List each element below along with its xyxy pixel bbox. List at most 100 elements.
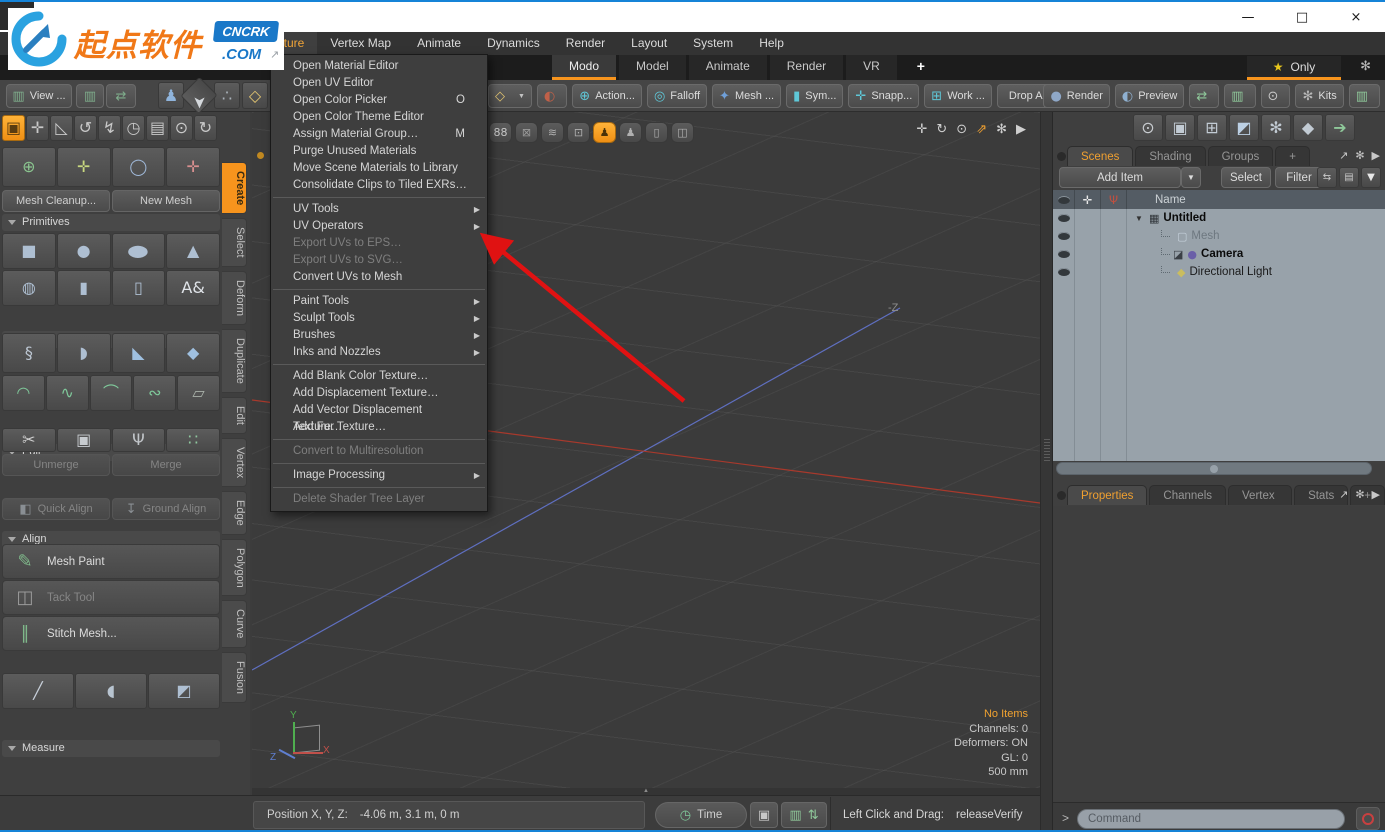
item-visibility-toggle[interactable] <box>1053 263 1075 281</box>
menu-item-open-color-picker[interactable]: Open Color Picker O <box>271 92 487 109</box>
menu-item-purge-unused-materials[interactable]: Purge Unused Materials <box>271 143 487 160</box>
item-mode-icon[interactable]: ▣ <box>2 115 25 141</box>
visibility-column-header[interactable] <box>1053 190 1075 209</box>
preview-button[interactable]: ◐Preview <box>1115 84 1184 108</box>
protractor-icon[interactable]: ◖ <box>75 673 147 709</box>
menu-item-assign-material-group[interactable]: Assign Material Group… M <box>271 126 487 143</box>
panel-gear-icon[interactable]: ✻ <box>1355 489 1364 500</box>
side-tab-edge[interactable]: Edge <box>222 491 247 535</box>
mesh-ops-button[interactable]: ✦Mesh ... <box>712 84 781 108</box>
rotate-view-icon[interactable]: ↺ <box>74 115 97 141</box>
side-tab-select[interactable]: Select <box>222 218 247 267</box>
actor-highlight-icon[interactable]: ♟ <box>593 122 616 143</box>
name-column-header[interactable]: Name <box>1127 190 1385 209</box>
expand-panel-icon[interactable]: ↗ <box>1339 150 1348 161</box>
sphere-primitive[interactable]: ● <box>57 233 111 269</box>
workplane-button[interactable]: ⊞Work ... <box>924 84 992 108</box>
tab-shading[interactable]: Shading <box>1135 146 1205 166</box>
expand-panel-icon[interactable]: ↗ <box>1339 489 1348 500</box>
menu-item-open-material-editor[interactable]: Open Material Editor <box>271 58 487 75</box>
transform-tool[interactable]: ⊕ <box>2 147 56 187</box>
menu-item-move-scene-materials[interactable]: Move Scene Materials to Library <box>271 160 487 177</box>
menu-item-delete-shader-tree-layer[interactable]: Delete Shader Tree Layer <box>271 491 487 508</box>
tabbar-gear-icon[interactable]: ✻ <box>1360 59 1371 74</box>
side-tab-deform[interactable]: Deform <box>222 271 247 325</box>
preset-browser-icon[interactable]: ⊙ <box>1133 114 1163 141</box>
arc-tool[interactable]: ◠ <box>2 375 45 411</box>
menu-vertex-map[interactable]: Vertex Map <box>317 32 404 55</box>
probe-icon[interactable]: ↯ <box>98 115 121 141</box>
time-tool-icon[interactable]: ◷ <box>122 115 145 141</box>
capsules-view-icon[interactable]: ◫ <box>671 122 694 143</box>
spikey-tool[interactable]: § <box>2 333 56 373</box>
command-input[interactable] <box>1077 809 1345 829</box>
item-mode-cube-button[interactable]: ◇ <box>488 84 532 108</box>
hierarchy-icon[interactable]: ⇆ <box>1317 167 1337 188</box>
tree-row-camera[interactable]: ◪ ● Camera <box>1053 245 1385 263</box>
render-button[interactable]: ●Render <box>1043 84 1109 108</box>
merge-button[interactable]: Merge <box>112 454 220 476</box>
view-menu-button[interactable]: ▥ View ... <box>6 84 72 108</box>
action-center-button[interactable]: ⊕Action... <box>572 84 642 108</box>
text-primitive[interactable]: A& <box>166 270 220 306</box>
tab-vertex[interactable]: Vertex ... <box>1228 485 1292 505</box>
unmerge-button[interactable]: Unmerge <box>2 454 110 476</box>
ground-align-button[interactable]: ↧Ground Align <box>112 498 220 520</box>
overlay-icon[interactable]: ⊡ <box>567 122 590 143</box>
lasso-select-icon[interactable]: ◺ <box>50 115 73 141</box>
frames-button[interactable]: ▣ <box>750 802 778 828</box>
select-cursor-icon[interactable]: ➤ <box>180 77 217 114</box>
patch-tool[interactable]: ◗ <box>57 333 111 373</box>
expand-twirl-icon[interactable]: ▼ <box>1135 214 1145 223</box>
capsule-view-icon[interactable]: ▯ <box>645 122 668 143</box>
ellipsoid-primitive[interactable]: ● <box>112 233 166 269</box>
panel-more-icon[interactable]: ▶ <box>1372 489 1380 500</box>
dimension-icon[interactable]: ◩ <box>148 673 220 709</box>
select-button[interactable]: Select <box>1221 167 1271 188</box>
item-visibility-toggle[interactable] <box>1053 245 1075 263</box>
torus-primitive[interactable]: ◍ <box>2 270 56 306</box>
swap-panes-button[interactable]: ⇄ <box>106 84 136 108</box>
only-filter-button[interactable]: ★ Only <box>1247 56 1341 80</box>
mesh-cleanup-button[interactable]: Mesh Cleanup... <box>2 190 110 212</box>
pen-tool[interactable]: ◣ <box>112 333 166 373</box>
flatten-icon[interactable]: ◆ <box>1293 114 1323 141</box>
orbit-icon[interactable]: ↻ <box>936 120 947 138</box>
viewport-more-icon[interactable]: ▶ <box>1016 120 1026 138</box>
refresh-icon[interactable]: ↻ <box>194 115 217 141</box>
quad-view-icon[interactable]: 88 <box>489 122 512 143</box>
minimize-button[interactable]: — <box>1233 9 1263 25</box>
layout-tab-add[interactable]: + <box>900 55 942 80</box>
falloff-button[interactable]: ◎Falloff <box>647 84 707 108</box>
primitives-section-header[interactable]: Primitives <box>2 214 220 231</box>
command-record-button[interactable] <box>1356 807 1380 830</box>
menu-render[interactable]: Render <box>553 32 618 55</box>
axis-column-header[interactable]: Ψ <box>1101 190 1127 209</box>
capsule-primitive[interactable]: ▯ <box>112 270 166 306</box>
pivot-icon[interactable]: ✛ <box>26 115 49 141</box>
layout-tab-vr[interactable]: VR <box>846 55 897 80</box>
menu-item-open-color-theme-editor[interactable]: Open Color Theme Editor <box>271 109 487 126</box>
tab-add[interactable]: + <box>1275 146 1310 166</box>
tack-tool-row[interactable]: ◫Tack Tool <box>2 580 220 615</box>
close-button[interactable]: × <box>1341 9 1371 25</box>
panel-splitter[interactable] <box>1040 112 1052 832</box>
falloff-spheres-icon[interactable]: ∴ <box>214 82 240 109</box>
tab-groups[interactable]: Groups <box>1208 146 1274 166</box>
mesh-paint-row[interactable]: ✎Mesh Paint <box>2 544 220 579</box>
rotate-tool[interactable]: ◯ <box>112 147 166 187</box>
pan-icon[interactable]: ✛ <box>916 120 927 138</box>
symmetry-button[interactable]: ▮Sym... <box>786 84 843 108</box>
horizontal-scrollbar[interactable] <box>1056 462 1372 475</box>
curve-tool[interactable]: ∿ <box>46 375 89 411</box>
stamp-icon[interactable]: ▤ <box>146 115 169 141</box>
actor-outline-icon[interactable]: ♟ <box>619 122 642 143</box>
polygon-tool[interactable]: ◆ <box>166 333 220 373</box>
time-button[interactable]: ◷ Time <box>655 802 747 828</box>
viewport-bottom-divider[interactable]: ▲ <box>252 788 1040 795</box>
menu-item-consolidate-clips[interactable]: Consolidate Clips to Tiled EXRs… <box>271 177 487 194</box>
stitch-mesh-row[interactable]: ∥Stitch Mesh... <box>2 616 220 651</box>
menu-item-convert-to-multiresolution[interactable]: Convert to Multiresolution <box>271 443 487 460</box>
move-tool[interactable]: ✛ <box>57 147 111 187</box>
side-tab-curve[interactable]: Curve <box>222 600 247 647</box>
